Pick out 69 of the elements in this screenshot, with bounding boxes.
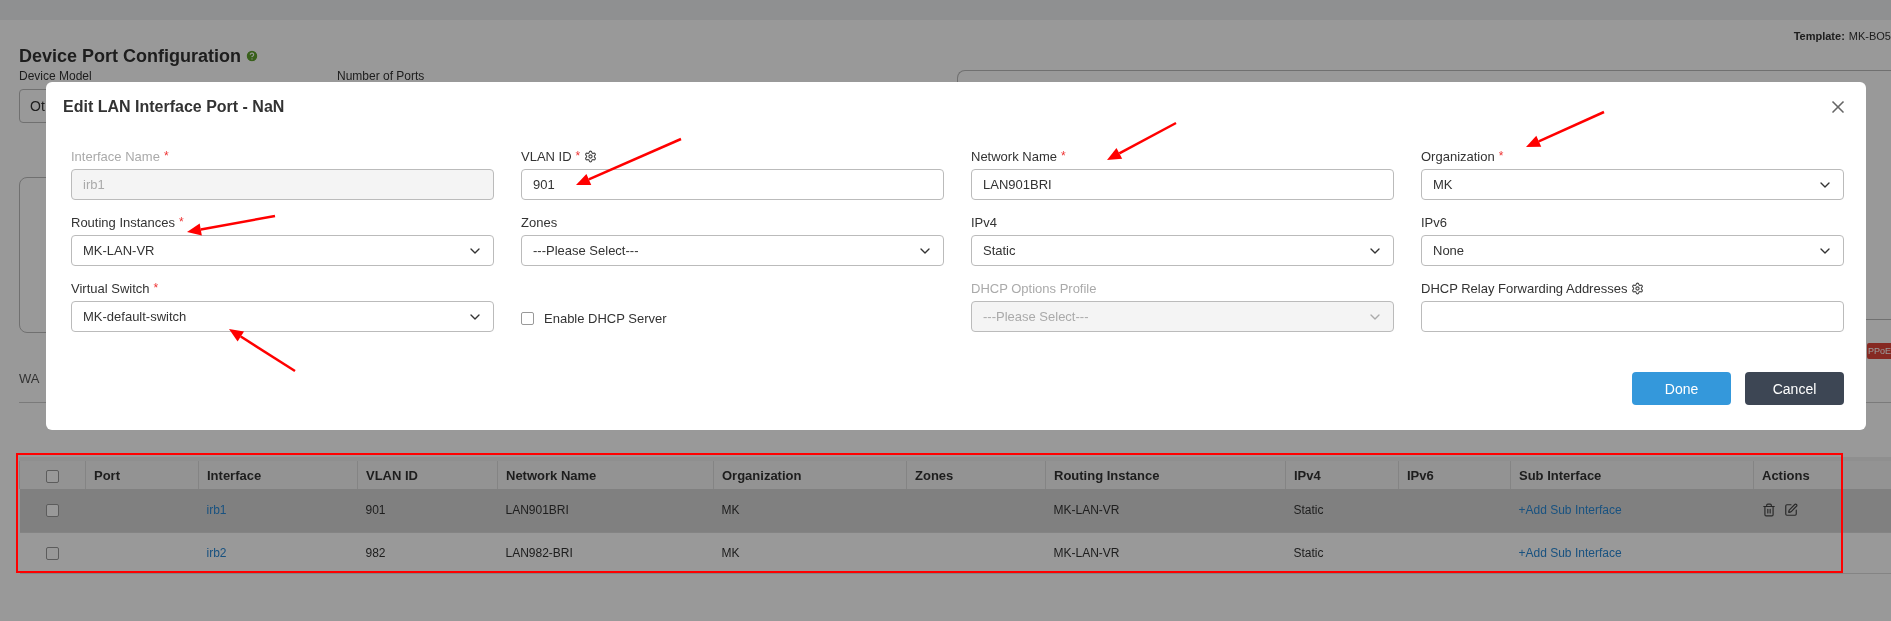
column-header: Zones <box>906 459 1046 489</box>
field-label: DHCP Relay Forwarding Addresses <box>1421 280 1628 296</box>
page-title: Device Port Configuration <box>19 45 242 67</box>
field-label: Network Name <box>971 148 1057 164</box>
field-label: Routing Instances <box>71 214 176 230</box>
column-header: Actions <box>1753 459 1891 489</box>
table-cell: 901 <box>365 503 386 518</box>
required-mark: * <box>179 215 184 229</box>
field-label: IPv6 <box>1421 214 1447 230</box>
column-header: Port <box>85 459 199 489</box>
select-field[interactable]: Static <box>971 235 1394 266</box>
column-header: Interface <box>198 459 358 489</box>
table-cell: LAN901BRI <box>505 503 569 518</box>
text-field[interactable]: LAN901BRI <box>971 169 1394 200</box>
text-field[interactable]: 901 <box>521 169 944 200</box>
table-cell: Static <box>1293 503 1324 518</box>
table-cell: 982 <box>365 545 386 560</box>
checkbox[interactable] <box>46 504 59 518</box>
field-label: Organization <box>1421 148 1495 164</box>
table-row[interactable]: irb1 901 LAN901BRI MK MK-LAN-VR Static +Add Sub Interface <box>19 489 1891 532</box>
column-header: IPv6 <box>1398 459 1511 489</box>
field-label: VLAN ID <box>521 148 572 164</box>
field-label: IPv4 <box>971 214 997 230</box>
field-label: DHCP Options Profile <box>971 280 1097 296</box>
template-name: MK-BO5 <box>1848 30 1891 44</box>
select-field[interactable]: ---Please Select--- <box>521 235 944 266</box>
text-field[interactable] <box>1421 301 1844 332</box>
column-header: Network Name <box>497 459 714 489</box>
settings-icon[interactable] <box>1631 281 1645 295</box>
status-badge: PPoE <box>1867 343 1891 359</box>
required-mark: * <box>153 281 159 295</box>
template-label: Template: <box>1793 30 1845 44</box>
table-row[interactable]: irb2 982 LAN982-BRI MK MK-LAN-VR Static +Add Sub Interface <box>19 532 1891 573</box>
checkbox[interactable] <box>46 546 59 560</box>
select-field[interactable]: None <box>1421 235 1844 266</box>
column-header: Organization <box>713 459 907 489</box>
table-cell: MK-LAN-VR <box>1053 503 1120 518</box>
select-field[interactable]: MK-LAN-VR <box>71 235 494 266</box>
delete-icon[interactable] <box>1761 503 1776 518</box>
column-header: Routing Instance <box>1045 459 1286 489</box>
settings-icon[interactable] <box>584 149 598 163</box>
dhcp-checkbox[interactable]: Enable DHCP Server <box>521 311 667 326</box>
column-header: Sub Interface <box>1510 459 1754 489</box>
checkbox[interactable] <box>46 469 59 483</box>
annotation-arrow <box>1107 121 1177 160</box>
help-icon[interactable] <box>245 49 260 63</box>
column-header: VLAN ID <box>357 459 498 489</box>
column-header: IPv4 <box>1285 459 1399 489</box>
table-cell: MK <box>721 545 740 560</box>
field-label: Zones <box>521 214 558 230</box>
table-cell: Static <box>1293 545 1324 560</box>
required-mark: * <box>1060 149 1066 163</box>
field-label: Virtual Switch <box>71 280 150 296</box>
cancel-button[interactable]: Cancel <box>1745 372 1844 405</box>
table-cell: MK-LAN-VR <box>1053 545 1120 560</box>
table-cell: MK <box>721 503 740 518</box>
required-mark: * <box>1498 149 1504 163</box>
edit-icon[interactable] <box>1783 503 1798 518</box>
field-label: Interface Name <box>71 148 160 164</box>
select-field[interactable]: MK-default-switch <box>71 301 494 332</box>
field-label: Number of Ports <box>337 70 426 83</box>
dialog-title: Edit LAN Interface Port - NaN <box>63 98 285 116</box>
required-mark: * <box>163 149 169 163</box>
field-label: Device Model <box>19 70 93 83</box>
tab[interactable]: WA <box>19 371 40 386</box>
required-mark: * <box>575 149 581 163</box>
table-cell: LAN982-BRI <box>505 545 573 560</box>
select-field[interactable]: MK <box>1421 169 1844 200</box>
annotation-arrow <box>229 329 296 373</box>
